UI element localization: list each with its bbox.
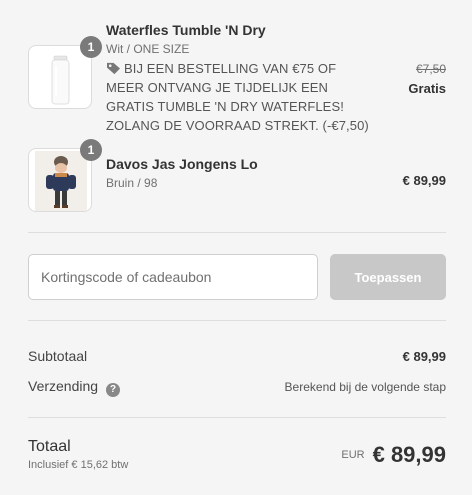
total-label: Totaal <box>28 438 71 455</box>
apply-discount-button[interactable]: Toepassen <box>330 254 446 300</box>
total-row: Totaal Inclusief € 15,62 btw EUR € 89,99 <box>28 438 446 471</box>
total-value: € 89,99 <box>372 442 446 467</box>
currency-code: EUR <box>341 449 365 461</box>
tax-note: Inclusief € 15,62 btw <box>28 459 129 471</box>
item-price: € 89,99 <box>402 173 446 188</box>
product-thumbnail: 1 <box>28 139 102 212</box>
discount-message: BIJ EEN BESTELLING VAN €75 OF MEER ONTVA… <box>106 59 376 135</box>
product-thumbnail: 1 <box>28 36 102 109</box>
subtotal-row: Subtotaal € 89,99 <box>28 348 446 364</box>
line-item: 1 Davos Jas Jongens Lo Bruin / 98 € 89,9… <box>28 139 446 214</box>
product-title: Davos Jas Jongens Lo <box>106 156 258 172</box>
shipping-label-group: Verzending? <box>28 378 121 397</box>
quantity-badge: 1 <box>80 139 102 161</box>
divider <box>28 320 446 321</box>
divider <box>28 417 446 418</box>
quantity-badge: 1 <box>80 36 102 58</box>
divider <box>28 232 446 233</box>
product-title: Waterfles Tumble 'N Dry <box>106 22 266 38</box>
item-price: Gratis <box>408 81 446 96</box>
question-icon[interactable]: ? <box>106 382 121 397</box>
product-variant: Wit / ONE SIZE <box>106 42 190 56</box>
discount-code-input[interactable] <box>28 254 318 300</box>
shipping-label: Verzending <box>28 378 99 394</box>
line-item: 1 Waterfles Tumble 'N Dry Wit / ONE SIZE… <box>28 22 446 134</box>
shipping-row: Verzending? Berekend bij de volgende sta… <box>28 378 446 397</box>
shipping-value: Berekend bij de volgende stap <box>284 380 446 395</box>
product-variant: Bruin / 98 <box>106 176 158 190</box>
subtotal-label: Subtotaal <box>28 348 88 364</box>
original-price: €7,50 <box>415 62 446 76</box>
subtotal-value: € 89,99 <box>402 348 446 364</box>
discount-text: BIJ EEN BESTELLING VAN €75 OF MEER ONTVA… <box>106 61 369 133</box>
tag-icon <box>107 62 120 75</box>
